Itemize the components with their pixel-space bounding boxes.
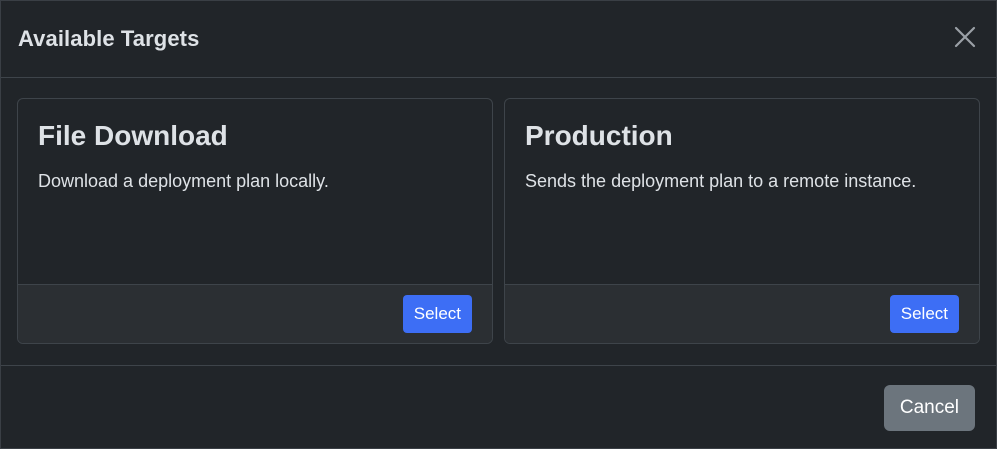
modal-body: File Download Download a deployment plan… [1,78,996,366]
modal-header: Available Targets [1,1,996,78]
modal-title: Available Targets [18,26,200,51]
card-title: Production [525,120,673,151]
select-production-button[interactable]: Select [889,295,959,333]
card-body: File Download Download a deployment plan… [18,99,492,284]
card-description: Download a deployment plan locally. [38,170,329,191]
available-targets-modal: Available Targets File Download Download… [0,0,997,449]
card-body: Production Sends the deployment plan to … [505,99,979,284]
modal-footer: Cancel [1,366,996,449]
target-card-production: Production Sends the deployment plan to … [504,98,980,344]
close-button[interactable] [952,24,978,50]
card-footer: Select [18,284,492,343]
close-icon [954,26,976,48]
card-footer: Select [505,284,979,343]
select-file-download-button[interactable]: Select [402,295,472,333]
card-title: File Download [38,120,228,151]
cancel-button[interactable]: Cancel [883,384,975,431]
card-description: Sends the deployment plan to a remote in… [525,170,917,191]
target-card-file-download: File Download Download a deployment plan… [17,98,493,344]
